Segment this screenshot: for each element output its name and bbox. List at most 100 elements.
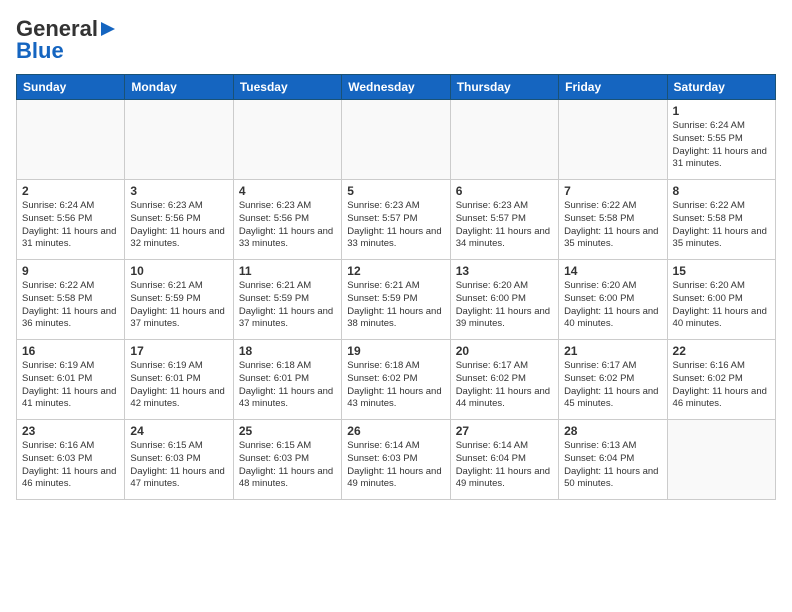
day-info: Sunrise: 6:24 AM Sunset: 5:56 PM Dayligh…: [22, 200, 119, 251]
calendar-week-row: 16 Sunrise: 6:19 AM Sunset: 6:01 PM Dayli…: [17, 340, 776, 420]
day-number: 24: [130, 424, 227, 438]
day-info: Sunrise: 6:15 AM Sunset: 6:03 PM Dayligh…: [130, 440, 227, 491]
calendar-day-cell: 18 Sunrise: 6:18 AM Sunset: 6:01 PM Dayli…: [233, 340, 341, 420]
day-number: 25: [239, 424, 336, 438]
day-of-week-header: Thursday: [450, 75, 558, 100]
day-info: Sunrise: 6:22 AM Sunset: 5:58 PM Dayligh…: [22, 280, 119, 331]
day-info: Sunrise: 6:23 AM Sunset: 5:57 PM Dayligh…: [456, 200, 553, 251]
day-number: 12: [347, 264, 444, 278]
calendar-table: SundayMondayTuesdayWednesdayThursdayFrid…: [16, 74, 776, 500]
day-info: Sunrise: 6:16 AM Sunset: 6:02 PM Dayligh…: [673, 360, 770, 411]
day-info: Sunrise: 6:20 AM Sunset: 6:00 PM Dayligh…: [564, 280, 661, 331]
day-number: 14: [564, 264, 661, 278]
calendar-week-row: 1 Sunrise: 6:24 AM Sunset: 5:55 PM Daylig…: [17, 100, 776, 180]
day-of-week-header: Wednesday: [342, 75, 450, 100]
calendar-day-cell: [125, 100, 233, 180]
logo-blue: Blue: [16, 38, 64, 64]
day-info: Sunrise: 6:20 AM Sunset: 6:00 PM Dayligh…: [673, 280, 770, 331]
day-number: 16: [22, 344, 119, 358]
calendar-day-cell: 12 Sunrise: 6:21 AM Sunset: 5:59 PM Dayli…: [342, 260, 450, 340]
day-number: 22: [673, 344, 770, 358]
calendar-day-cell: 19 Sunrise: 6:18 AM Sunset: 6:02 PM Dayli…: [342, 340, 450, 420]
day-number: 2: [22, 184, 119, 198]
day-number: 17: [130, 344, 227, 358]
day-number: 21: [564, 344, 661, 358]
calendar-day-cell: 7Sunrise: 6:22 AM Sunset: 5:58 PM Daylig…: [559, 180, 667, 260]
page-header: General Blue: [16, 16, 776, 64]
day-number: 26: [347, 424, 444, 438]
calendar-week-row: 2 Sunrise: 6:24 AM Sunset: 5:56 PM Daylig…: [17, 180, 776, 260]
calendar-day-cell: 5 Sunrise: 6:23 AM Sunset: 5:57 PM Daylig…: [342, 180, 450, 260]
day-info: Sunrise: 6:15 AM Sunset: 6:03 PM Dayligh…: [239, 440, 336, 491]
day-number: 9: [22, 264, 119, 278]
calendar-day-cell: [559, 100, 667, 180]
day-number: 28: [564, 424, 661, 438]
day-info: Sunrise: 6:22 AM Sunset: 5:58 PM Dayligh…: [673, 200, 770, 251]
day-of-week-header: Monday: [125, 75, 233, 100]
calendar-day-cell: 28Sunrise: 6:13 AM Sunset: 6:04 PM Dayli…: [559, 420, 667, 500]
day-info: Sunrise: 6:18 AM Sunset: 6:02 PM Dayligh…: [347, 360, 444, 411]
calendar-day-cell: 21 Sunrise: 6:17 AM Sunset: 6:02 PM Dayli…: [559, 340, 667, 420]
day-of-week-header: Saturday: [667, 75, 775, 100]
day-number: 18: [239, 344, 336, 358]
calendar-day-cell: 8 Sunrise: 6:22 AM Sunset: 5:58 PM Daylig…: [667, 180, 775, 260]
day-number: 15: [673, 264, 770, 278]
logo: General Blue: [16, 16, 118, 64]
day-info: Sunrise: 6:23 AM Sunset: 5:56 PM Dayligh…: [239, 200, 336, 251]
day-info: Sunrise: 6:16 AM Sunset: 6:03 PM Dayligh…: [22, 440, 119, 491]
calendar-day-cell: 14 Sunrise: 6:20 AM Sunset: 6:00 PM Dayli…: [559, 260, 667, 340]
day-info: Sunrise: 6:14 AM Sunset: 6:03 PM Dayligh…: [347, 440, 444, 491]
day-number: 27: [456, 424, 553, 438]
day-info: Sunrise: 6:23 AM Sunset: 5:57 PM Dayligh…: [347, 200, 444, 251]
day-number: 1: [673, 104, 770, 118]
day-of-week-header: Tuesday: [233, 75, 341, 100]
calendar-day-cell: 15 Sunrise: 6:20 AM Sunset: 6:00 PM Dayli…: [667, 260, 775, 340]
calendar-day-cell: 25 Sunrise: 6:15 AM Sunset: 6:03 PM Dayli…: [233, 420, 341, 500]
day-info: Sunrise: 6:23 AM Sunset: 5:56 PM Dayligh…: [130, 200, 227, 251]
calendar-day-cell: 13 Sunrise: 6:20 AM Sunset: 6:00 PM Dayli…: [450, 260, 558, 340]
calendar-day-cell: 10Sunrise: 6:21 AM Sunset: 5:59 PM Dayli…: [125, 260, 233, 340]
day-info: Sunrise: 6:19 AM Sunset: 6:01 PM Dayligh…: [22, 360, 119, 411]
calendar-day-cell: 22 Sunrise: 6:16 AM Sunset: 6:02 PM Dayli…: [667, 340, 775, 420]
day-info: Sunrise: 6:20 AM Sunset: 6:00 PM Dayligh…: [456, 280, 553, 331]
day-info: Sunrise: 6:17 AM Sunset: 6:02 PM Dayligh…: [564, 360, 661, 411]
calendar-day-cell: [342, 100, 450, 180]
day-number: 20: [456, 344, 553, 358]
calendar-day-cell: 1 Sunrise: 6:24 AM Sunset: 5:55 PM Daylig…: [667, 100, 775, 180]
calendar-day-cell: 17Sunrise: 6:19 AM Sunset: 6:01 PM Dayli…: [125, 340, 233, 420]
calendar-day-cell: 27 Sunrise: 6:14 AM Sunset: 6:04 PM Dayli…: [450, 420, 558, 500]
day-info: Sunrise: 6:18 AM Sunset: 6:01 PM Dayligh…: [239, 360, 336, 411]
calendar-day-cell: 2 Sunrise: 6:24 AM Sunset: 5:56 PM Daylig…: [17, 180, 125, 260]
day-number: 8: [673, 184, 770, 198]
day-number: 19: [347, 344, 444, 358]
day-number: 11: [239, 264, 336, 278]
day-number: 10: [130, 264, 227, 278]
day-number: 13: [456, 264, 553, 278]
calendar-day-cell: 26 Sunrise: 6:14 AM Sunset: 6:03 PM Dayli…: [342, 420, 450, 500]
calendar-day-cell: 23 Sunrise: 6:16 AM Sunset: 6:03 PM Dayli…: [17, 420, 125, 500]
calendar-day-cell: [233, 100, 341, 180]
day-number: 6: [456, 184, 553, 198]
day-number: 5: [347, 184, 444, 198]
calendar-week-row: 23 Sunrise: 6:16 AM Sunset: 6:03 PM Dayli…: [17, 420, 776, 500]
day-number: 4: [239, 184, 336, 198]
day-info: Sunrise: 6:21 AM Sunset: 5:59 PM Dayligh…: [347, 280, 444, 331]
day-number: 23: [22, 424, 119, 438]
calendar-day-cell: 16 Sunrise: 6:19 AM Sunset: 6:01 PM Dayli…: [17, 340, 125, 420]
day-of-week-header: Sunday: [17, 75, 125, 100]
calendar-day-cell: [17, 100, 125, 180]
calendar-day-cell: [450, 100, 558, 180]
logo-arrow-icon: [99, 20, 117, 38]
calendar-header-row: SundayMondayTuesdayWednesdayThursdayFrid…: [17, 75, 776, 100]
calendar-day-cell: [667, 420, 775, 500]
calendar-day-cell: 4 Sunrise: 6:23 AM Sunset: 5:56 PM Daylig…: [233, 180, 341, 260]
day-info: Sunrise: 6:21 AM Sunset: 5:59 PM Dayligh…: [239, 280, 336, 331]
calendar-day-cell: 11 Sunrise: 6:21 AM Sunset: 5:59 PM Dayli…: [233, 260, 341, 340]
day-info: Sunrise: 6:22 AM Sunset: 5:58 PM Dayligh…: [564, 200, 661, 251]
calendar-day-cell: 20Sunrise: 6:17 AM Sunset: 6:02 PM Dayli…: [450, 340, 558, 420]
day-info: Sunrise: 6:24 AM Sunset: 5:55 PM Dayligh…: [673, 120, 770, 171]
calendar-day-cell: 3Sunrise: 6:23 AM Sunset: 5:56 PM Daylig…: [125, 180, 233, 260]
calendar-day-cell: 9 Sunrise: 6:22 AM Sunset: 5:58 PM Daylig…: [17, 260, 125, 340]
day-of-week-header: Friday: [559, 75, 667, 100]
day-info: Sunrise: 6:14 AM Sunset: 6:04 PM Dayligh…: [456, 440, 553, 491]
